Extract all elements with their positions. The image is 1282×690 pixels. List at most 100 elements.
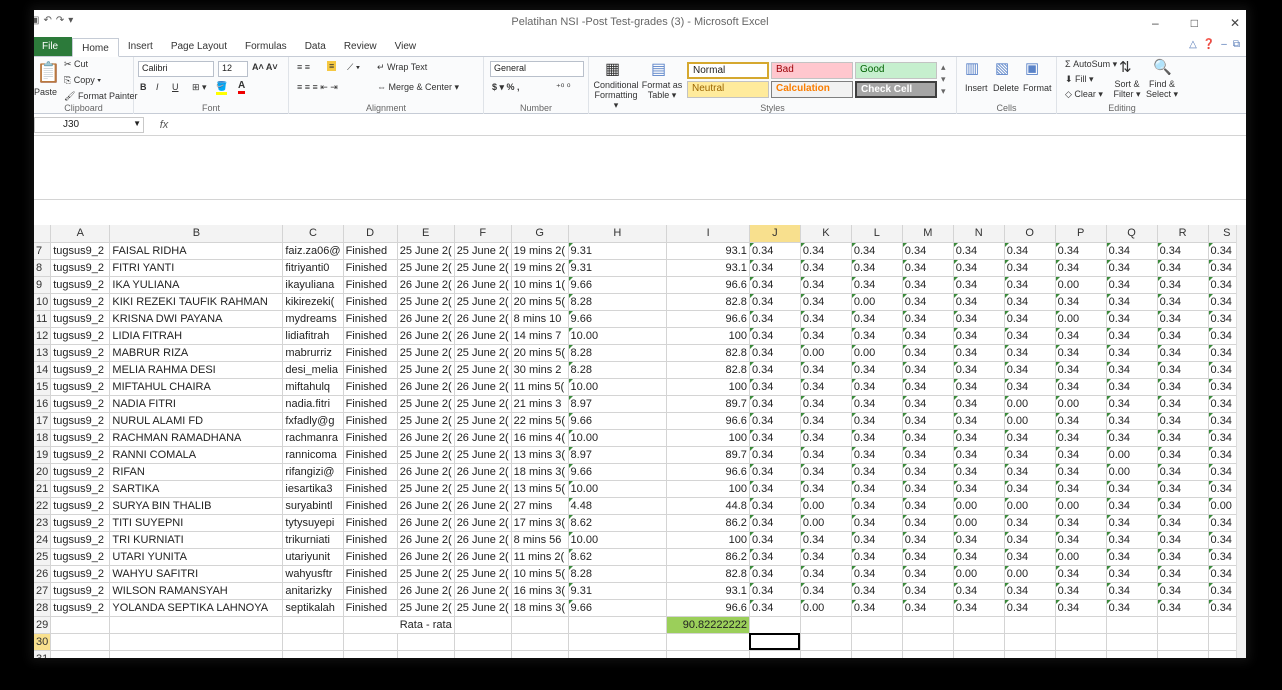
cell-course[interactable]: tugsus9_2 <box>50 497 111 515</box>
cell-question-score[interactable]: 0.34 <box>1055 582 1107 600</box>
cell-question-score[interactable]: 0.34 <box>851 259 903 277</box>
cell-course[interactable]: tugsus9_2 <box>50 480 111 498</box>
format-as-table-button[interactable]: Format as Table ▾ <box>641 80 683 100</box>
format-cells-icon[interactable]: ▣ <box>1025 59 1039 77</box>
copy-button[interactable]: ⎘ Copy ▾ <box>64 75 101 86</box>
cell-question-score[interactable]: 0.34 <box>1004 582 1056 600</box>
cell-name[interactable]: UTARI YUNITA <box>109 548 284 566</box>
cell-question-score[interactable]: 0.00 <box>800 344 852 362</box>
cell-score[interactable]: 44.8 <box>666 497 750 515</box>
close-button[interactable]: ✕ <box>1230 16 1240 30</box>
cell-question-score[interactable]: 0.34 <box>851 548 903 566</box>
cell-question-score[interactable]: 0.34 <box>953 548 1005 566</box>
cell-question-score[interactable]: 0.34 <box>749 514 801 532</box>
cell-time[interactable]: 8 mins 56 <box>511 531 569 549</box>
column-header-l[interactable]: L <box>851 225 903 243</box>
cell-score[interactable]: 100 <box>666 480 750 498</box>
empty-cell[interactable] <box>851 616 903 634</box>
cell-completed[interactable]: 25 June 2( <box>454 242 512 260</box>
cell-question-score[interactable]: 0.34 <box>1055 293 1107 311</box>
empty-cell[interactable] <box>511 616 569 634</box>
cell-question-score[interactable]: 0.34 <box>1004 344 1056 362</box>
help-icon[interactable]: ❓ <box>1203 39 1215 50</box>
empty-cell[interactable] <box>1055 616 1107 634</box>
row-header[interactable]: 24 <box>34 531 52 549</box>
cell-completed[interactable]: 25 June 2( <box>454 259 512 277</box>
cell-email[interactable]: fxfadly@g <box>282 412 344 430</box>
cell-time[interactable]: 13 mins 5( <box>511 480 569 498</box>
cell-name[interactable]: WILSON RAMANSYAH <box>109 582 284 600</box>
cell-question-score[interactable]: 0.34 <box>1004 378 1056 396</box>
cell-completed[interactable]: 26 June 2( <box>454 429 512 447</box>
cell-question-score[interactable]: 0.34 <box>1106 429 1158 447</box>
cell-grade[interactable]: 10.00 <box>568 531 668 549</box>
cell-question-score[interactable]: 0.34 <box>800 293 852 311</box>
cell-score[interactable]: 96.6 <box>666 412 750 430</box>
cell-question-score[interactable]: 0.34 <box>902 599 954 617</box>
empty-cell[interactable] <box>1106 650 1158 658</box>
style-bad[interactable]: Bad <box>771 62 853 79</box>
window-minimize-icon[interactable]: – <box>1221 39 1227 50</box>
cell-name[interactable]: RANNI COMALA <box>109 446 284 464</box>
cell-name[interactable]: YOLANDA SEPTIKA LAHNOYA <box>109 599 284 617</box>
cell-status[interactable]: Finished <box>343 582 398 600</box>
cell-course[interactable]: tugsus9_2 <box>50 378 111 396</box>
empty-cell[interactable] <box>1106 633 1158 651</box>
cell-question-score[interactable]: 0.34 <box>800 259 852 277</box>
empty-cell[interactable] <box>1157 650 1209 658</box>
tab-page-layout[interactable]: Page Layout <box>162 37 236 56</box>
empty-cell[interactable] <box>1004 650 1056 658</box>
cell-email[interactable]: faiz.za06@ <box>282 242 344 260</box>
cell-email[interactable]: septikalah <box>282 599 344 617</box>
vertical-scrollbar[interactable] <box>1236 225 1246 658</box>
cell-name[interactable]: NURUL ALAMI FD <box>109 412 284 430</box>
cell-completed[interactable]: 26 June 2( <box>454 514 512 532</box>
cell-time[interactable]: 11 mins 2( <box>511 548 569 566</box>
column-header-k[interactable]: K <box>800 225 852 243</box>
sort-filter-icon[interactable]: ⇅ <box>1119 58 1132 76</box>
empty-cell[interactable] <box>800 616 852 634</box>
sort-filter-button[interactable]: Sort & Filter ▾ <box>1111 79 1143 99</box>
cell-status[interactable]: Finished <box>343 599 398 617</box>
cell-completed[interactable]: 25 June 2( <box>454 344 512 362</box>
cell-question-score[interactable]: 0.34 <box>749 259 801 277</box>
cell-question-score[interactable]: 0.34 <box>953 446 1005 464</box>
cell-question-score[interactable]: 0.34 <box>1055 531 1107 549</box>
cell-question-score[interactable]: 0.34 <box>902 548 954 566</box>
cell-name[interactable]: SURYA BIN THALIB <box>109 497 284 515</box>
cell-completed[interactable]: 25 June 2( <box>454 480 512 498</box>
cell-grade[interactable]: 8.62 <box>568 514 668 532</box>
cell-started[interactable]: 25 June 2( <box>397 242 455 260</box>
cell-started[interactable]: 26 June 2( <box>397 276 455 294</box>
cell-question-score[interactable]: 0.34 <box>851 531 903 549</box>
cell-name[interactable]: RACHMAN RAMADHANA <box>109 429 284 447</box>
cell-score[interactable]: 96.6 <box>666 599 750 617</box>
styles-scroll-icon[interactable]: ▴ ▾ ▾ <box>941 61 946 97</box>
cell-question-score[interactable]: 0.34 <box>851 310 903 328</box>
row-header[interactable]: 22 <box>34 497 52 515</box>
cell-status[interactable]: Finished <box>343 310 398 328</box>
delete-cells-icon[interactable]: ▧ <box>995 59 1009 77</box>
cell-completed[interactable]: 26 June 2( <box>454 463 512 481</box>
cell-question-score[interactable]: 0.00 <box>953 565 1005 583</box>
style-check-cell[interactable]: Check Cell <box>855 81 937 98</box>
cell-score[interactable]: 100 <box>666 531 750 549</box>
cell-grade[interactable]: 10.00 <box>568 378 668 396</box>
cell-score[interactable]: 100 <box>666 327 750 345</box>
formula-input[interactable] <box>184 117 1246 133</box>
cell-question-score[interactable]: 0.00 <box>851 293 903 311</box>
cell-email[interactable]: nadia.fitri <box>282 395 344 413</box>
cell-grade[interactable]: 8.97 <box>568 395 668 413</box>
cell-score[interactable]: 100 <box>666 378 750 396</box>
merge-center-button[interactable]: ⇔ Merge & Center ▾ <box>377 82 459 93</box>
cell-question-score[interactable]: 0.34 <box>902 361 954 379</box>
empty-cell[interactable] <box>568 616 668 634</box>
cell-question-score[interactable]: 0.34 <box>902 293 954 311</box>
empty-cell[interactable] <box>749 650 801 658</box>
cell-question-score[interactable]: 0.00 <box>953 497 1005 515</box>
cell-status[interactable]: Finished <box>343 259 398 277</box>
cell-completed[interactable]: 25 June 2( <box>454 293 512 311</box>
cell-course[interactable]: tugsus9_2 <box>50 565 111 583</box>
cell-email[interactable]: rachmanra <box>282 429 344 447</box>
cell-started[interactable]: 25 June 2( <box>397 599 455 617</box>
